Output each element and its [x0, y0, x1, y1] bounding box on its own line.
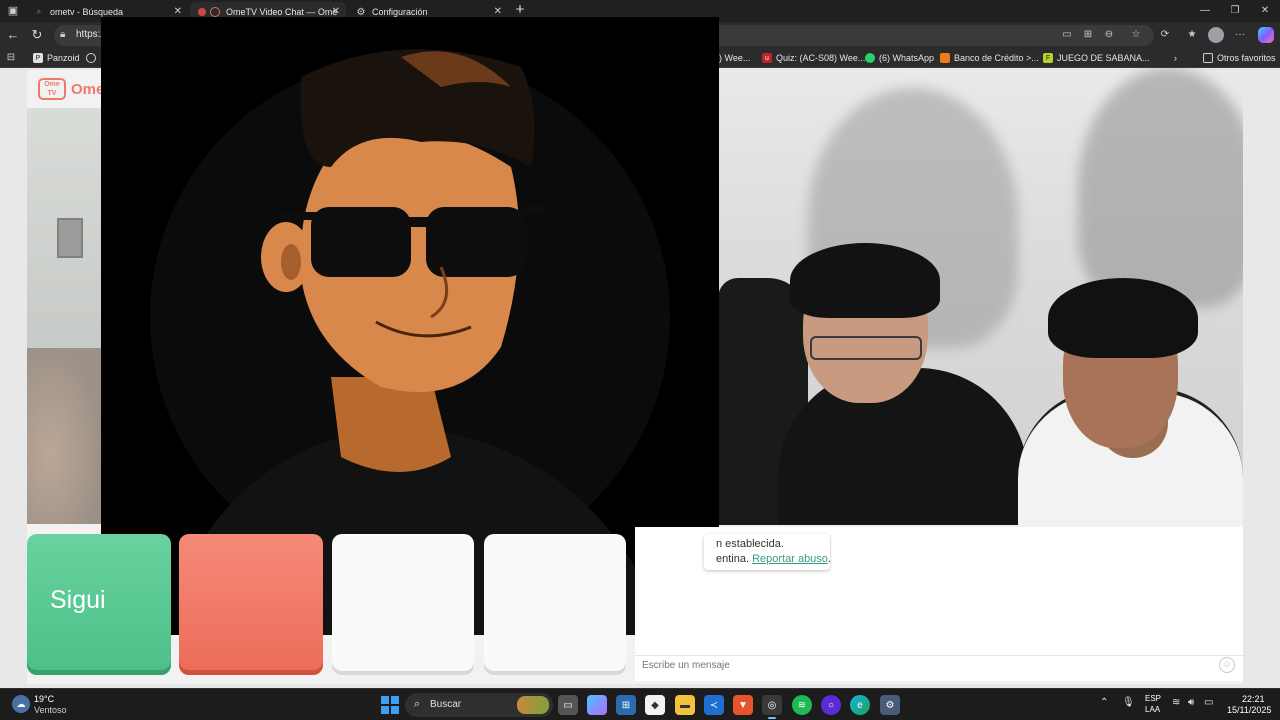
task-view-icon[interactable]: ▭ — [558, 695, 578, 715]
stranger-hair-left — [790, 243, 940, 318]
language-indicator[interactable]: ESP — [1145, 694, 1161, 703]
app-circle-icon[interactable]: ○ — [821, 695, 841, 715]
search-label: Buscar — [430, 699, 462, 710]
copilot-app-icon[interactable] — [587, 695, 607, 715]
volume-icon[interactable]: 🔊︎ — [1188, 697, 1194, 708]
connection-message: n establecida. — [716, 538, 784, 550]
lock-icon: 🔒︎ — [60, 29, 66, 40]
tab-title: OmeTV Video Chat — Ome — [226, 7, 338, 17]
tray-overflow-icon[interactable]: ⌃ — [1100, 697, 1108, 708]
clock-time[interactable]: 22:21 — [1242, 694, 1265, 704]
gear-icon: ⚙ — [356, 6, 366, 18]
bookmark-whatsapp[interactable]: (6) WhatsApp — [865, 51, 934, 65]
wifi-icon[interactable]: ≋ — [1172, 697, 1180, 708]
search-icon: ⌕ — [36, 7, 42, 16]
maximize-button[interactable]: ❐ — [1220, 2, 1250, 20]
menu-dots-icon[interactable]: ··· — [1233, 28, 1247, 42]
stranger-hair-right — [1048, 278, 1198, 358]
juego-icon: F — [1043, 53, 1053, 63]
control-button-blank[interactable] — [332, 534, 474, 675]
store-icon[interactable]: ⊞ — [616, 695, 636, 715]
glasses — [810, 336, 922, 360]
next-button-label: Sigui — [50, 586, 106, 614]
file-explorer-icon[interactable]: ▬ — [675, 695, 695, 715]
bookmark-globe[interactable] — [86, 51, 100, 65]
microphone-icon[interactable]: 🎙︎ — [1122, 697, 1135, 708]
battery-icon[interactable]: ▭ — [1204, 697, 1213, 708]
weather-icon[interactable]: ☁ — [12, 695, 30, 713]
tab-actions-icon[interactable]: ▣ — [4, 3, 22, 19]
next-button[interactable]: Sigui — [27, 534, 171, 675]
favorite-star-icon[interactable]: ☆ — [1129, 28, 1143, 42]
own-camera-person — [27, 348, 103, 524]
panzoid-icon: P — [33, 53, 43, 63]
edge-icon[interactable]: e — [850, 695, 870, 715]
weather-temperature: 19°C — [34, 694, 55, 704]
taskbar-search[interactable]: ⌕ Buscar — [405, 693, 553, 717]
bookmark-quiz[interactable]: u Quiz: (AC-S08) Wee... — [762, 51, 865, 65]
control-button-blank[interactable] — [484, 534, 626, 675]
close-icon[interactable]: ✕ — [332, 6, 340, 17]
windows-taskbar: ☁ 19°C Ventoso ⌕ Buscar ▭ ⊞ ◆ ▬ ≺ ▼ ◎ ≋ … — [0, 688, 1280, 720]
bookmark-other-favorites[interactable]: Otros favoritos — [1203, 51, 1276, 65]
vscode-icon[interactable]: ≺ — [704, 695, 724, 715]
spotify-icon[interactable]: ≋ — [792, 695, 812, 715]
tab-title: ometv - Búsqueda — [50, 7, 124, 17]
close-window-button[interactable]: ✕ — [1250, 2, 1280, 20]
profile-avatar[interactable] — [1208, 27, 1224, 43]
tab-title: Configuración — [372, 7, 428, 17]
keyboard-layout: LAA — [1145, 705, 1161, 714]
brave-icon[interactable]: ▼ — [733, 695, 753, 715]
message-input[interactable] — [642, 660, 1202, 671]
apps-icon[interactable]: ⊞ — [1081, 28, 1095, 42]
wall-shadow — [1078, 68, 1243, 308]
own-camera-video — [27, 108, 103, 524]
bookmark-panzoid[interactable]: P Panzoid — [33, 51, 80, 65]
ometv-logo-icon: Ome TV — [38, 78, 66, 100]
recording-icon — [198, 8, 206, 16]
sidebar-toggle-icon[interactable]: ⊟ — [4, 51, 18, 65]
stranger-video — [718, 68, 1243, 525]
country-message: entina. Reportar abuso. — [716, 553, 831, 565]
copilot-icon[interactable] — [1258, 27, 1274, 43]
address-url: https:/ — [76, 29, 104, 40]
bookmark-bcp[interactable]: Banco de Crédito >... — [940, 51, 1039, 65]
bookmark-wee[interactable]: ) Wee... — [719, 51, 750, 65]
utp-icon: u — [762, 53, 772, 63]
camera-icon[interactable]: ▭ — [1060, 28, 1074, 42]
more-page-icon[interactable]: ⊖ — [1102, 28, 1116, 42]
settings-icon[interactable]: ⚙ — [880, 695, 900, 715]
clock-date[interactable]: 15/11/2025 — [1227, 705, 1271, 715]
weather-description: Ventoso — [34, 705, 67, 715]
extensions-icon[interactable]: ⟳ — [1158, 28, 1172, 42]
wall-frame — [57, 218, 83, 258]
whatsapp-icon — [865, 53, 875, 63]
reload-icon[interactable]: ↻ — [28, 26, 46, 44]
logo-text: Ome — [71, 80, 105, 98]
close-icon[interactable]: ✕ — [174, 6, 182, 17]
favorites-icon[interactable]: ★ — [1185, 28, 1199, 42]
windows-start-icon[interactable] — [381, 696, 399, 714]
chat-input-bar — [635, 655, 1243, 677]
globe-icon — [86, 53, 96, 63]
search-icon: ⌕ — [414, 698, 421, 710]
app-icon[interactable]: ◆ — [645, 695, 665, 715]
bookmarks-more-icon[interactable]: › — [1174, 51, 1177, 65]
back-icon[interactable]: ← — [4, 26, 22, 44]
close-icon[interactable]: ✕ — [494, 6, 502, 17]
minimize-button[interactable]: — — [1190, 2, 1220, 20]
stop-button[interactable] — [179, 534, 323, 675]
search-highlight-image — [517, 696, 549, 714]
bookmark-juego[interactable]: F JUEGO DE SABANA... — [1043, 51, 1150, 65]
ometv-logo[interactable]: Ome TV Ome — [38, 78, 104, 100]
folder-icon — [1203, 53, 1213, 63]
emoji-icon[interactable]: ☺ — [1219, 657, 1235, 673]
report-abuse-link[interactable]: Reportar abuso — [752, 553, 828, 565]
edge-active-icon[interactable]: ◎ — [762, 695, 782, 719]
ometv-icon — [210, 7, 220, 17]
bank-icon — [940, 53, 950, 63]
